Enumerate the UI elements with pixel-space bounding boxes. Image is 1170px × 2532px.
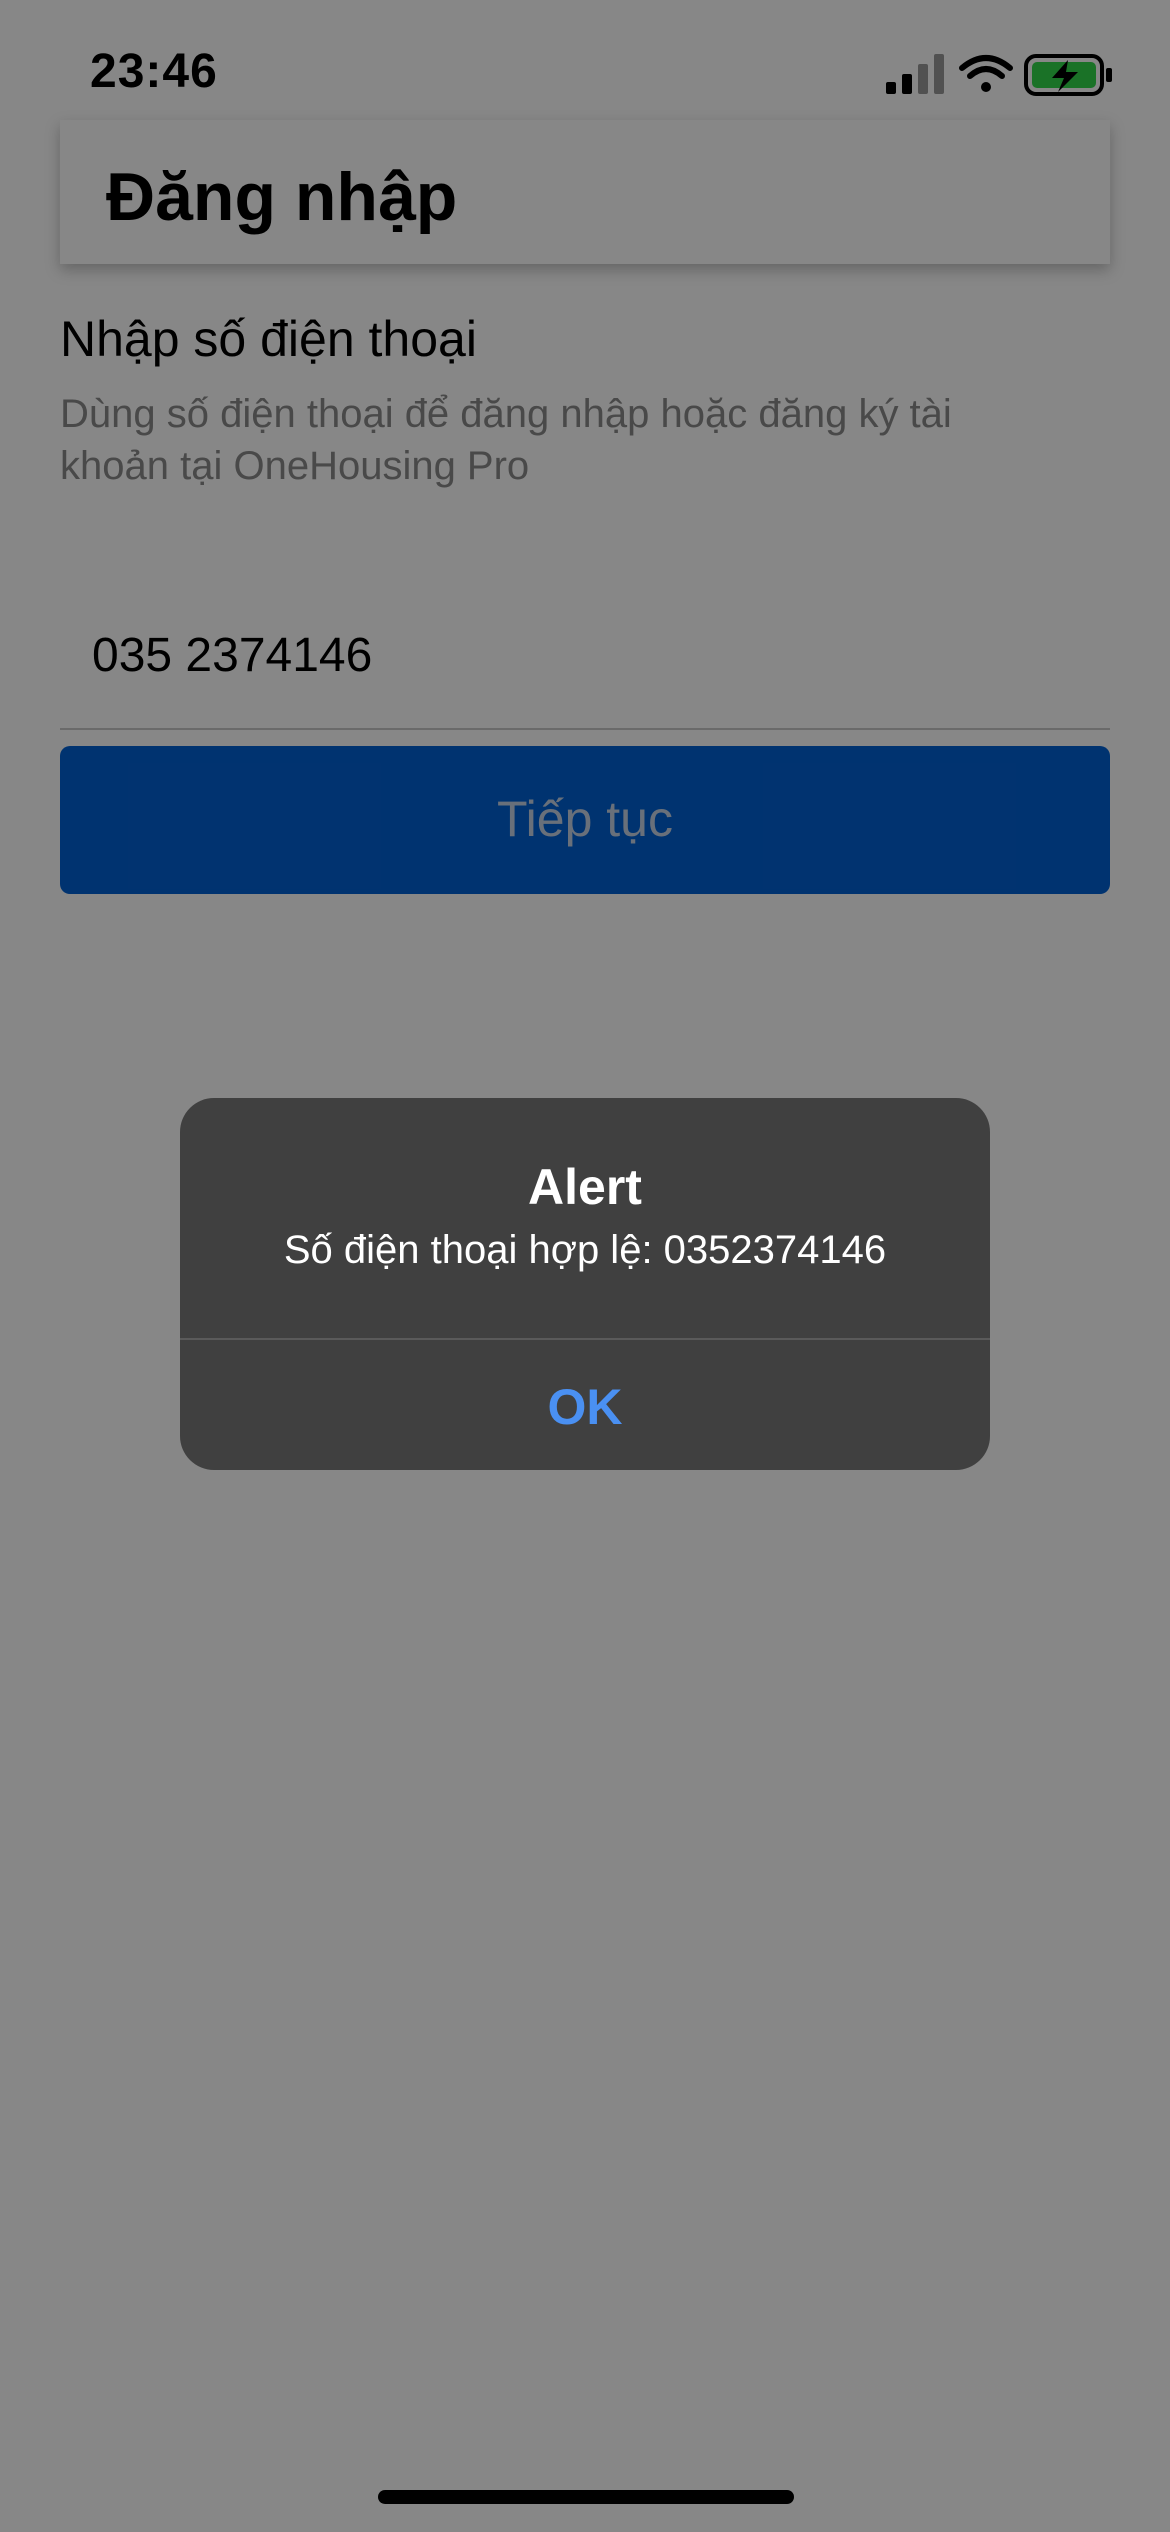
alert-ok-label: OK (547, 1379, 623, 1435)
home-indicator[interactable] (378, 2490, 794, 2504)
alert-title: Alert (528, 1159, 642, 1215)
alert-dialog: Alert Số điện thoại hợp lệ: 0352374146 O… (180, 1098, 990, 1470)
alert-ok-button[interactable]: OK (180, 1340, 990, 1470)
alert-message: Số điện thoại hợp lệ: 0352374146 (283, 1228, 887, 1272)
